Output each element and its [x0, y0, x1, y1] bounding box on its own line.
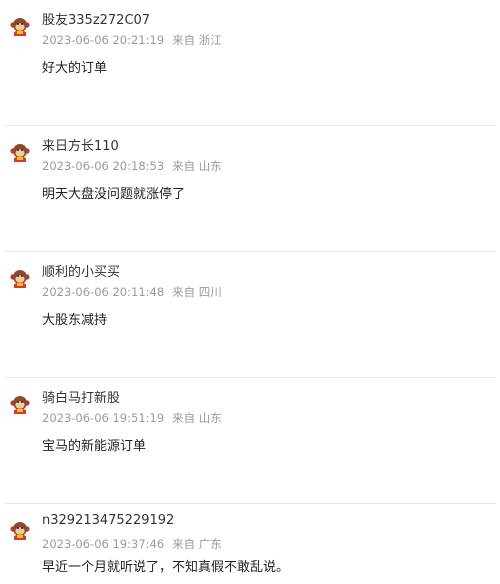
comment-time: 2023-06-06 20:11:48 [42, 285, 165, 299]
comment-time: 2023-06-06 19:51:19 [42, 411, 165, 425]
comment-meta: 2023-06-06 19:51:19 来自 山东 [42, 410, 222, 426]
comment-meta: 2023-06-06 20:18:53 来自 山东 [42, 158, 222, 174]
monkey-avatar-icon[interactable] [10, 16, 30, 36]
monkey-avatar-icon[interactable] [10, 268, 30, 288]
comment-username[interactable]: 来日方长110 [42, 135, 119, 154]
comment-text: 好大的订单 [42, 61, 108, 76]
comment-meta: 2023-06-06 19:37:46 来自 广东 [42, 536, 222, 552]
comment-text: 早近一个月就听说了，不知真假不敢乱说。 [42, 560, 290, 575]
comment-location: 来自 山东 [172, 159, 222, 173]
comment-time: 2023-06-06 19:37:46 [42, 537, 165, 551]
monkey-avatar-icon[interactable] [10, 394, 30, 414]
comment-location: 来自 广东 [172, 537, 222, 551]
comment-meta: 2023-06-06 20:11:48 来自 四川 [42, 284, 222, 300]
comment-text: 大股东减持 [42, 313, 108, 328]
comment-location: 来自 四川 [172, 285, 222, 299]
comment-text: 明天大盘没问题就涨停了 [42, 187, 186, 202]
monkey-avatar-icon[interactable] [10, 520, 30, 540]
comment-item: n329213475229192 2023-06-06 19:37:46 来自 广… [0, 504, 500, 584]
comment-username[interactable]: 股友335z272C07 [42, 9, 150, 28]
comment-username[interactable]: 骑白马打新股 [42, 387, 120, 406]
comment-username[interactable]: n329213475229192 [42, 513, 174, 528]
comment-item: 骑白马打新股 2023-06-06 19:51:19 来自 山东 宝马的新能源订单 [0, 378, 500, 504]
comment-location: 来自 山东 [172, 411, 222, 425]
comment-item: 来日方长110 2023-06-06 20:18:53 来自 山东 明天大盘没问题… [0, 126, 500, 252]
comment-time: 2023-06-06 20:21:19 [42, 33, 165, 47]
comment-location: 来自 浙江 [172, 33, 222, 47]
monkey-avatar-icon[interactable] [10, 142, 30, 162]
comment-username[interactable]: 顺利的小买买 [42, 261, 120, 280]
comment-meta: 2023-06-06 20:21:19 来自 浙江 [42, 32, 222, 48]
comment-item: 顺利的小买买 2023-06-06 20:11:48 来自 四川 大股东减持 [0, 252, 500, 378]
comment-item: 股友335z272C07 2023-06-06 20:21:19 来自 浙江 好大… [0, 0, 500, 126]
comment-feed: 股友335z272C07 2023-06-06 20:21:19 来自 浙江 好大… [0, 0, 500, 584]
comment-text: 宝马的新能源订单 [42, 439, 147, 454]
comment-time: 2023-06-06 20:18:53 [42, 159, 165, 173]
